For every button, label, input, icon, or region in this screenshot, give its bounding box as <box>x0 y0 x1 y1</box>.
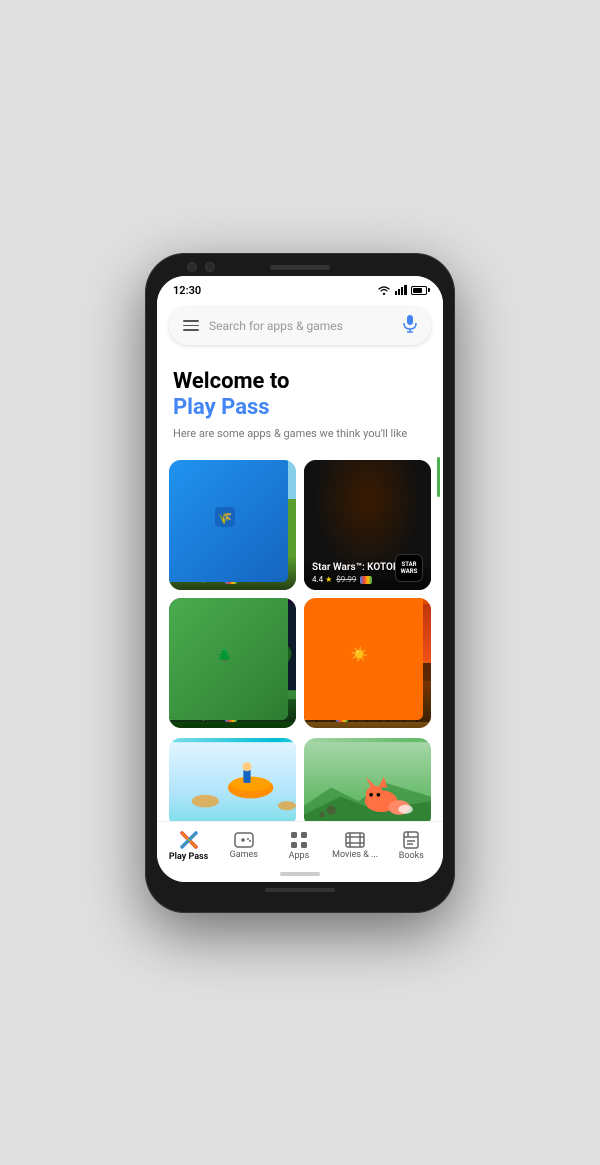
status-time: 12:30 <box>173 284 201 297</box>
starwars-app-icon: STARWARS <box>395 554 423 582</box>
status-icons <box>377 285 427 295</box>
starwars-rating-value: 4.4 <box>312 575 323 584</box>
phone-speaker <box>270 265 330 270</box>
signal-icon <box>395 285 407 295</box>
status-bar: 12:30 <box>157 276 443 301</box>
journey-art <box>169 738 296 820</box>
accuweather-app-icon: ☀️ <box>304 598 423 720</box>
app-card-terraria[interactable]: Terraria 4.4 ★ $4.99 🌲 <box>169 598 296 728</box>
nav-item-play-pass[interactable]: Play Pass <box>167 830 211 862</box>
nav-item-movies[interactable]: Movies & ... <box>332 832 378 860</box>
welcome-description: Here are some apps & games we think you'… <box>173 427 427 440</box>
scroll-content[interactable]: Welcome to Play Pass Here are some apps … <box>157 355 443 821</box>
movies-icon <box>345 832 365 848</box>
welcome-title-line2: Play Pass <box>173 395 427 421</box>
stardew-app-icon: 🌾 <box>169 460 288 582</box>
app-card-accuweather[interactable]: AccuWeather: Live weather... 4.4 ★ ☀️ <box>304 598 431 728</box>
mic-icon[interactable] <box>403 315 417 337</box>
nav-item-books[interactable]: Books <box>389 831 433 861</box>
bottom-nav: Play Pass Games <box>157 821 443 868</box>
phone-top-bar <box>157 265 443 270</box>
phone-device: 12:30 <box>145 253 455 913</box>
home-indicator <box>157 868 443 882</box>
phone-bottom-bar <box>157 888 443 892</box>
wifi-icon <box>377 285 391 295</box>
menu-line <box>183 329 199 331</box>
search-bar-container: Search for apps & games <box>157 301 443 355</box>
apps-icon <box>290 831 308 849</box>
menu-line <box>183 320 199 322</box>
nav-item-apps[interactable]: Apps <box>277 831 321 861</box>
nav-label-movies: Movies & ... <box>332 850 378 860</box>
app-card-stardew-valley[interactable]: Stardew Valley 4.7 ★ $7.99 <box>169 460 296 590</box>
search-bar[interactable]: Search for apps & games <box>169 307 431 345</box>
nav-item-games[interactable]: Games <box>222 832 266 860</box>
phone-screen: 12:30 <box>157 276 443 882</box>
terraria-app-icon: 🌲 <box>169 598 288 720</box>
menu-line <box>183 325 199 327</box>
fox-art <box>304 738 431 820</box>
scroll-indicator <box>437 457 440 497</box>
starwars-icon-text: STARWARS <box>401 561 418 575</box>
playpass-nav-icon <box>179 830 199 850</box>
welcome-title-line1: Welcome to <box>173 369 427 395</box>
partial-card-journey[interactable] <box>169 738 296 820</box>
app-card-star-wars[interactable]: Star Wars™: KOTOR 4.4 ★ $9.99 STARWARS <box>304 460 431 590</box>
partial-cards-row <box>157 738 443 820</box>
starwars-price: $9.99 <box>336 575 356 584</box>
welcome-section: Welcome to Play Pass Here are some apps … <box>157 355 443 451</box>
search-placeholder[interactable]: Search for apps & games <box>209 319 393 333</box>
camera-left <box>187 262 197 272</box>
nav-label-play-pass: Play Pass <box>169 852 208 862</box>
starwars-play-pass-badge <box>360 576 372 584</box>
app-grid: Stardew Valley 4.7 ★ $7.99 <box>157 450 443 738</box>
nav-label-books: Books <box>399 851 424 861</box>
menu-icon[interactable] <box>183 320 199 331</box>
stardew-icon-art: 🌾 <box>215 507 235 527</box>
books-icon <box>403 831 419 849</box>
partial-card-fox[interactable] <box>304 738 431 820</box>
games-icon <box>234 832 254 848</box>
home-pill <box>280 872 320 876</box>
battery-icon <box>411 286 427 295</box>
starwars-star: ★ <box>325 575 332 584</box>
battery-fill <box>413 288 422 293</box>
nav-label-games: Games <box>230 850 258 860</box>
starwars-rating: 4.4 ★ <box>312 575 332 584</box>
playpass-x-icon <box>179 830 199 850</box>
nav-label-apps: Apps <box>289 851 310 861</box>
camera-right <box>205 262 215 272</box>
phone-cameras <box>187 262 215 272</box>
svg-text:🌾: 🌾 <box>217 511 232 525</box>
phone-bottom-speaker <box>265 888 335 892</box>
